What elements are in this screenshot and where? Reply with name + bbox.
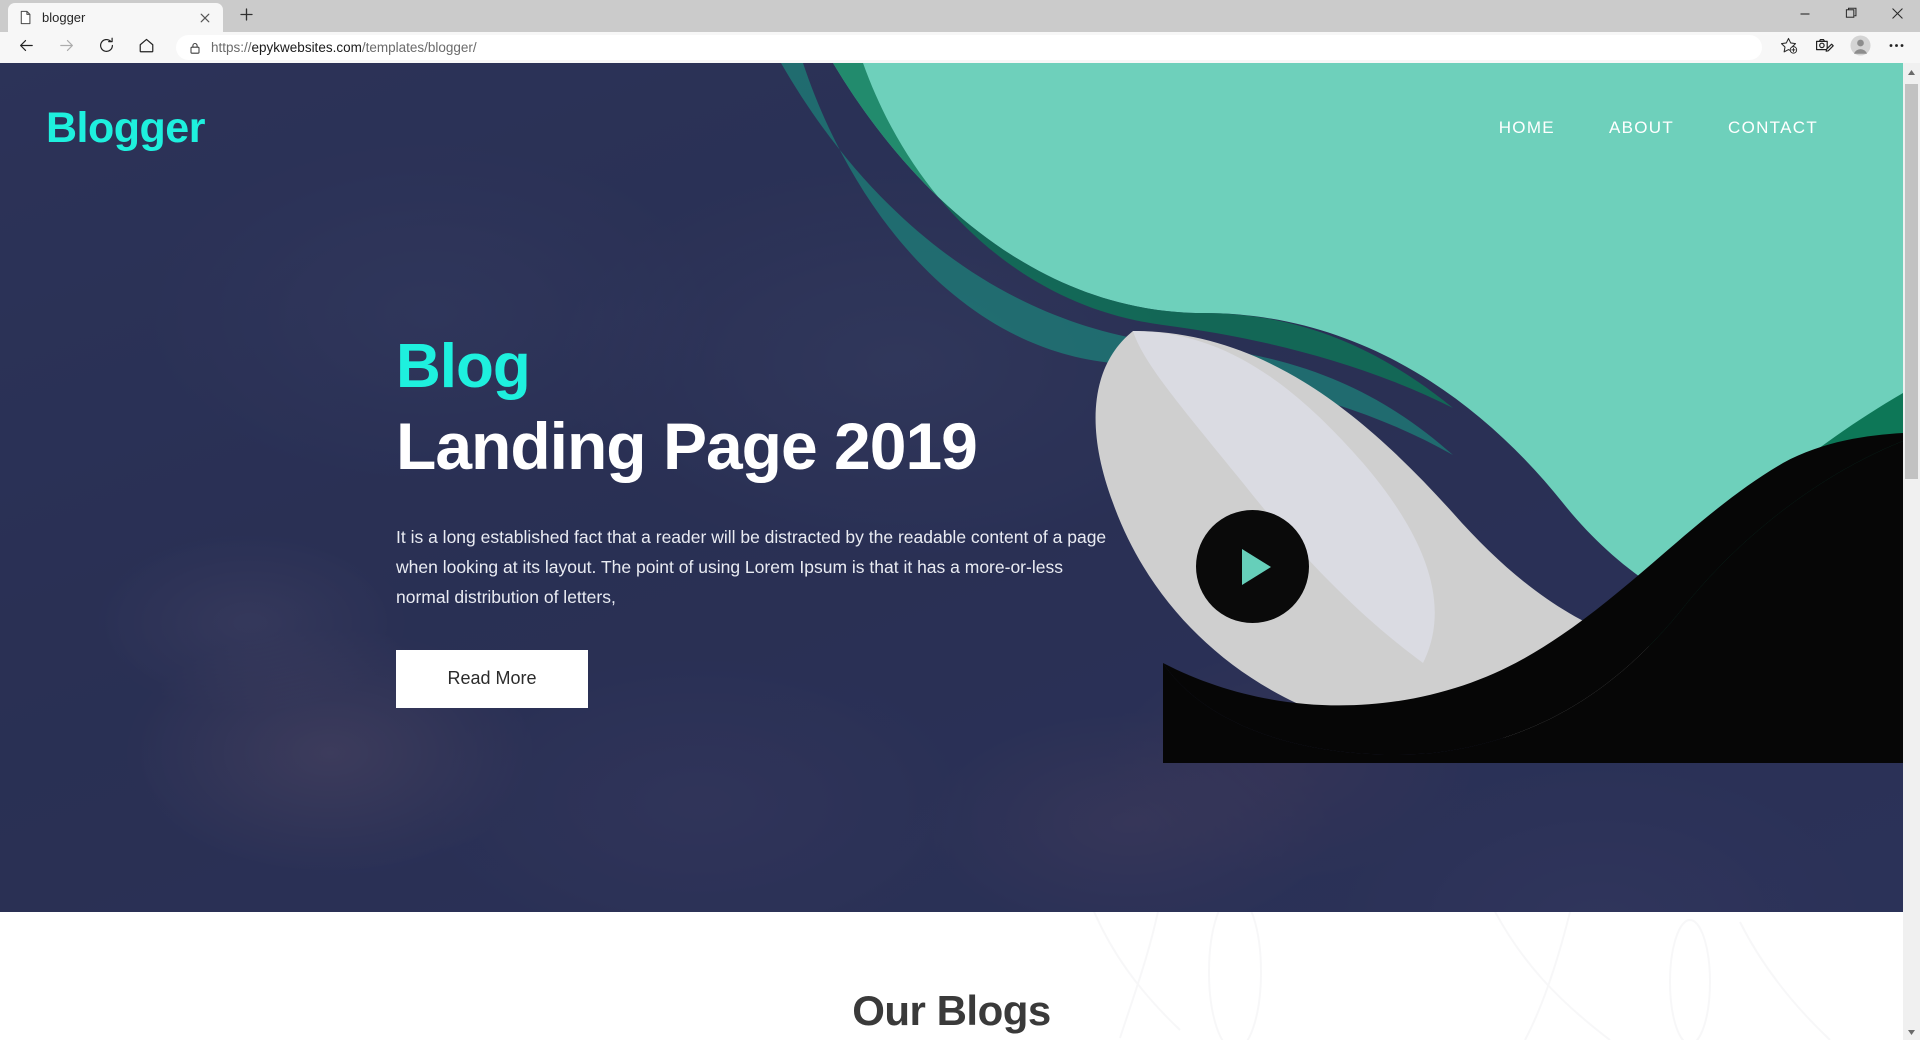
collections-icon xyxy=(1814,35,1834,60)
hero-section: Blogger HOME ABOUT CONTACT Blog Landing … xyxy=(0,63,1903,912)
add-favorite-button[interactable] xyxy=(1770,32,1806,63)
maximize-icon xyxy=(1845,7,1858,25)
play-video-button[interactable] xyxy=(1196,510,1309,623)
url-path: /templates/blogger/ xyxy=(361,40,477,55)
hero-kicker: Blog xyxy=(396,332,531,401)
address-bar[interactable]: https://epykwebsites.com/templates/blogg… xyxy=(176,35,1762,60)
minimize-button[interactable] xyxy=(1782,0,1828,32)
back-button[interactable] xyxy=(6,32,46,63)
more-options-button[interactable] xyxy=(1878,32,1914,63)
browser-title-bar: blogger xyxy=(0,0,1920,32)
scroll-down-button[interactable] xyxy=(1903,1023,1920,1040)
hero-description: It is a long established fact that a rea… xyxy=(396,526,1107,607)
browser-tab[interactable]: blogger xyxy=(8,3,223,32)
refresh-icon xyxy=(97,36,116,60)
hero-title: Landing Page 2019 xyxy=(396,409,978,484)
hero-content: Blog Landing Page 2019 It is a long esta… xyxy=(396,335,1156,708)
lock-icon xyxy=(188,41,202,55)
browser-toolbar: https://epykwebsites.com/templates/blogg… xyxy=(0,32,1920,63)
nav-item-about[interactable]: ABOUT xyxy=(1582,118,1701,138)
profile-avatar-icon xyxy=(1849,34,1871,61)
read-more-button[interactable]: Read More xyxy=(396,649,588,708)
maximize-button[interactable] xyxy=(1828,0,1874,32)
page-scrollbar[interactable] xyxy=(1903,63,1920,1040)
browser-window: blogger https://epykwebsites.com/templat… xyxy=(0,0,1920,1040)
blogs-section: Our Blogs xyxy=(0,912,1903,1040)
scroll-up-button[interactable] xyxy=(1903,63,1920,80)
site-header: Blogger HOME ABOUT CONTACT xyxy=(0,63,1903,193)
add-favorite-star-icon xyxy=(1779,36,1798,60)
more-options-icon xyxy=(1887,36,1906,60)
profile-button[interactable] xyxy=(1842,32,1878,63)
blogs-heading: Our Blogs xyxy=(852,987,1051,1034)
tab-title: blogger xyxy=(42,10,86,25)
nav-item-home[interactable]: HOME xyxy=(1472,118,1582,138)
window-controls xyxy=(1782,0,1920,32)
refresh-button[interactable] xyxy=(86,32,126,63)
plus-icon xyxy=(238,6,255,28)
home-button[interactable] xyxy=(126,32,166,63)
nav-item-contact[interactable]: CONTACT xyxy=(1701,118,1845,138)
page-viewport: Blogger HOME ABOUT CONTACT Blog Landing … xyxy=(0,63,1920,1040)
scroll-down-arrow-icon xyxy=(1907,1023,1916,1040)
scrollbar-thumb[interactable] xyxy=(1905,84,1918,479)
scroll-up-arrow-icon xyxy=(1907,63,1916,81)
url-scheme: https:// xyxy=(211,40,252,55)
site-logo[interactable]: Blogger xyxy=(46,106,205,150)
collections-button[interactable] xyxy=(1806,32,1842,63)
play-button-icon xyxy=(1241,548,1271,585)
minimize-icon xyxy=(1799,7,1811,25)
window-close-button[interactable] xyxy=(1874,0,1920,32)
tab-strip: blogger xyxy=(0,0,261,32)
forward-arrow-icon xyxy=(57,36,76,60)
new-tab-button[interactable] xyxy=(231,3,261,31)
page-icon xyxy=(18,10,33,25)
close-icon[interactable] xyxy=(197,10,213,26)
main-navigation: HOME ABOUT CONTACT xyxy=(1472,118,1845,138)
url-host: epykwebsites.com xyxy=(251,40,362,55)
back-arrow-icon xyxy=(17,36,36,60)
url-text: https://epykwebsites.com/templates/blogg… xyxy=(211,40,477,55)
home-icon xyxy=(137,36,156,60)
window-close-icon xyxy=(1891,7,1904,25)
forward-button[interactable] xyxy=(46,32,86,63)
